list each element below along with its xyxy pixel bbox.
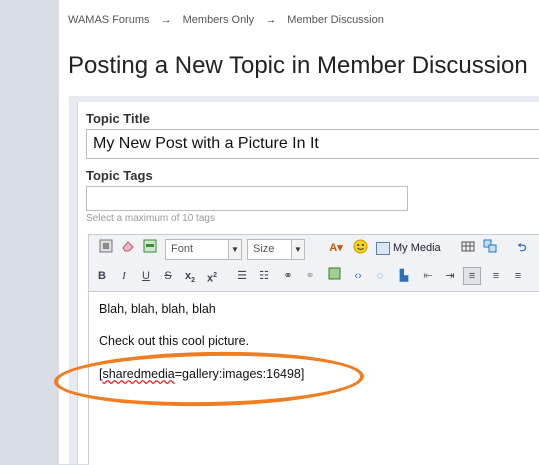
align-right-icon[interactable]: ≡ (509, 267, 527, 285)
post-form-panel: Topic Title My New Post with a Picture I… (69, 96, 539, 465)
emoticon-icon[interactable] (351, 239, 369, 257)
rich-text-editor: Font ▼ Size ▼ A▾ My Media ⮌ B I U S x2 x… (88, 234, 539, 465)
size-select[interactable]: Size ▼ (247, 239, 305, 260)
topic-title-label: Topic Title (86, 111, 150, 126)
topic-title-input[interactable]: My New Post with a Picture In It (86, 129, 539, 159)
bulleted-list-icon[interactable]: ☰ (233, 267, 251, 285)
superscript-icon[interactable]: x2 (203, 267, 221, 285)
strikethrough-icon[interactable]: S (159, 267, 177, 285)
breadcrumb-separator: → (160, 14, 172, 26)
code-icon[interactable]: ‹› (349, 267, 367, 285)
quote-icon[interactable]: ◌ (371, 267, 389, 285)
source-icon[interactable] (97, 239, 115, 257)
special-char-icon[interactable] (481, 239, 499, 257)
topic-tags-input[interactable] (86, 186, 408, 211)
my-media-label: My Media (393, 242, 441, 254)
font-select-value: Font (171, 243, 194, 255)
breadcrumb-separator: → (265, 14, 277, 26)
table-icon[interactable] (459, 239, 477, 257)
image-icon[interactable] (325, 267, 343, 285)
spoiler-icon[interactable]: ▙ (395, 267, 413, 285)
tags-hint: Select a maximum of 10 tags (86, 213, 215, 224)
topic-tags-label: Topic Tags (86, 168, 153, 183)
italic-icon[interactable]: I (115, 267, 133, 285)
align-center-icon[interactable]: ≡ (487, 267, 505, 285)
breadcrumb-members-link[interactable]: Members Only (183, 14, 255, 26)
align-left-icon[interactable]: ≡ (463, 267, 481, 285)
font-select[interactable]: Font ▼ (165, 239, 242, 260)
page-title: Posting a New Topic in Member Discussion (68, 52, 528, 79)
post-form: Topic Title My New Post with a Picture I… (77, 102, 539, 465)
numbered-list-icon[interactable]: ☷ (255, 267, 273, 285)
my-media-icon (376, 241, 390, 255)
content-line-2: Check out this cool picture. (99, 334, 250, 348)
editor-toolbar-format: B I U S x2 x2 ☰ ☷ ⚭ ⚭ ‹› ◌ ▙ ⇤ ⇥ ≡ ≡ ≡ (89, 263, 539, 291)
outdent-icon[interactable]: ⇤ (419, 267, 437, 285)
chevron-down-icon: ▼ (228, 240, 241, 259)
underline-icon[interactable]: U (137, 267, 155, 285)
my-media-button[interactable]: My Media (376, 239, 441, 257)
breadcrumb-forums-link[interactable]: WAMAS Forums (68, 14, 150, 26)
eraser-icon[interactable] (119, 239, 137, 257)
breadcrumb: WAMAS Forums → Members Only → Member Dis… (68, 14, 384, 26)
unlink-icon[interactable]: ⚭ (301, 267, 319, 285)
text-color-icon[interactable]: A▾ (325, 239, 347, 257)
content-line-1: Blah, blah, blah, blah (99, 302, 216, 316)
breadcrumb-discussion-link[interactable]: Member Discussion (287, 14, 384, 26)
link-icon[interactable]: ⚭ (279, 267, 297, 285)
size-select-value: Size (253, 243, 275, 255)
indent-icon[interactable]: ⇥ (441, 267, 459, 285)
toggle-editor-icon[interactable] (141, 239, 159, 257)
bold-icon[interactable]: B (93, 267, 111, 285)
chevron-down-icon: ▼ (291, 240, 304, 259)
undo-icon[interactable]: ⮌ (513, 239, 531, 257)
editor-toolbar-top: Font ▼ Size ▼ A▾ My Media ⮌ (89, 235, 539, 263)
subscript-icon[interactable]: x2 (181, 267, 199, 285)
